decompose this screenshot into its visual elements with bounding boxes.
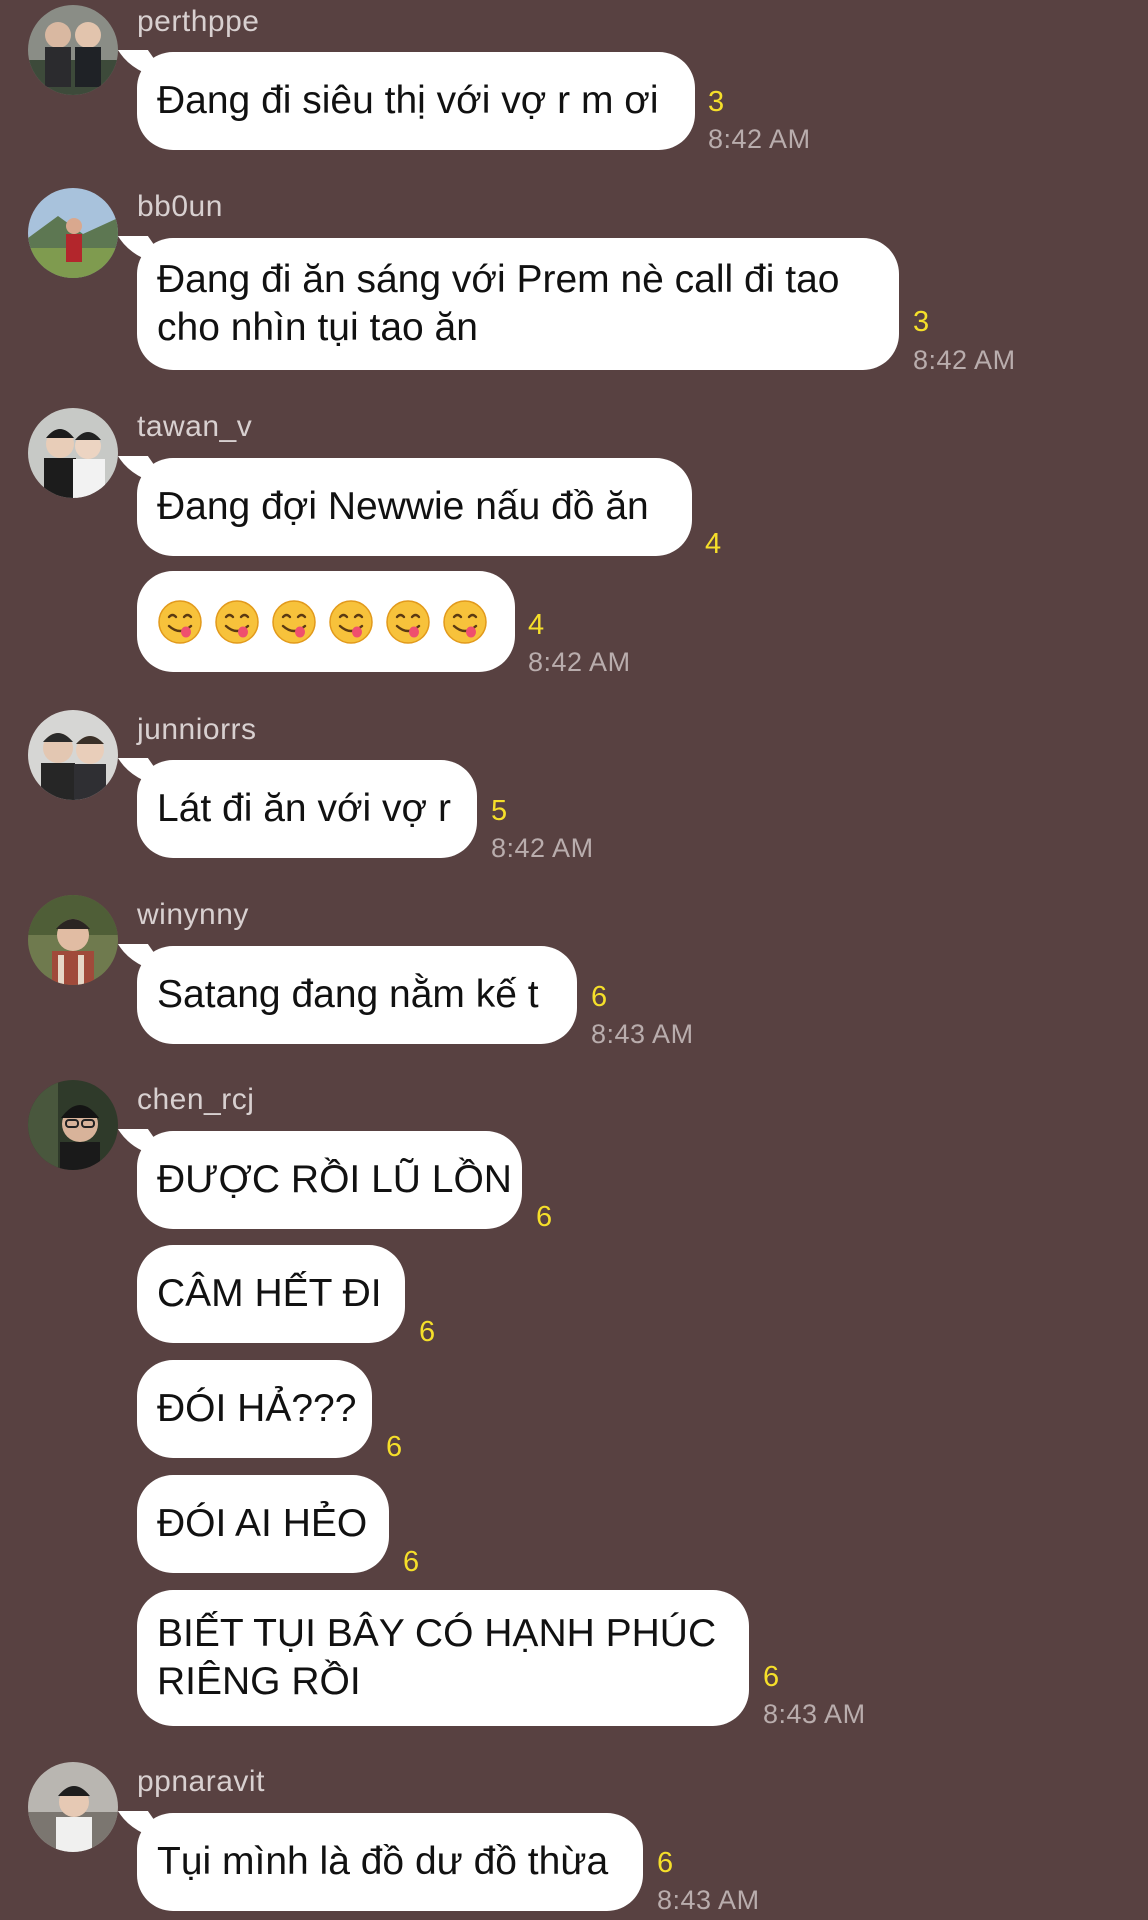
message-text: Đang đợi Newwie nấu đồ ăn (157, 485, 649, 528)
timestamp: 8:43 AM (657, 1885, 760, 1915)
read-count: 6 (536, 1201, 553, 1233)
face-savoring-food-emoji (443, 599, 487, 644)
read-count: 4 (528, 609, 545, 641)
read-count: 5 (491, 795, 508, 827)
message-bubble[interactable]: CÂM HẾT ĐI (137, 1245, 405, 1343)
message-text: Satang đang nằm kế t (157, 973, 539, 1016)
chat-thread[interactable]: perthppe Đang đi siêu thị với vợ r m ơi … (0, 0, 1148, 1920)
message-bubble[interactable]: Lát đi ăn với vợ r (137, 760, 477, 858)
read-count: 6 (403, 1546, 420, 1578)
timestamp: 8:43 AM (763, 1699, 866, 1729)
avatar[interactable] (28, 408, 118, 498)
message-bubble[interactable]: Đang đi siêu thị với vợ r m ơi (137, 52, 695, 150)
message-text: BIẾT TỤI BÂY CÓ HẠNH PHÚC RIÊNG RỒI (157, 1612, 717, 1703)
face-savoring-food-emoji (329, 599, 373, 644)
read-count: 6 (419, 1316, 436, 1348)
sender-name: winynny (137, 898, 249, 931)
timestamp: 8:42 AM (708, 124, 811, 154)
face-savoring-food-emoji (272, 599, 316, 644)
read-count: 6 (763, 1661, 780, 1693)
message-bubble[interactable]: Đang đợi Newwie nấu đồ ăn (137, 458, 692, 556)
timestamp: 8:43 AM (591, 1019, 694, 1049)
message-bubble[interactable]: ĐÓI HẢ??? (137, 1360, 372, 1458)
read-count: 6 (657, 1847, 674, 1879)
sender-name: tawan_v (137, 410, 253, 443)
read-count: 6 (386, 1431, 403, 1463)
read-count: 4 (705, 528, 722, 560)
avatar[interactable] (28, 1080, 118, 1170)
message-bubble[interactable]: Tụi mình là đồ dư đồ thừa (137, 1813, 643, 1911)
read-count: 3 (913, 306, 930, 338)
message-bubble[interactable]: Đang đi ăn sáng với Prem nè call đi tao … (137, 238, 899, 370)
message-text: Đang đi siêu thị với vợ r m ơi (157, 79, 659, 122)
timestamp: 8:42 AM (491, 833, 594, 863)
message-text: Đang đi ăn sáng với Prem nè call đi tao … (157, 258, 840, 349)
avatar[interactable] (28, 895, 118, 985)
emoji-message-bubble[interactable] (137, 571, 515, 672)
emoji-row (157, 571, 495, 672)
message-text: Lát đi ăn với vợ r (157, 787, 451, 830)
face-savoring-food-emoji (215, 599, 259, 644)
message-bubble[interactable]: ĐƯỢC RỒI LŨ LỒN (137, 1131, 522, 1229)
message-text: ĐÓI HẢ??? (157, 1387, 357, 1430)
face-savoring-food-emoji (158, 599, 202, 644)
message-text: CÂM HẾT ĐI (157, 1272, 382, 1315)
message-text: ĐÓI AI HẺO (157, 1502, 368, 1545)
sender-name: ppnaravit (137, 1765, 265, 1798)
timestamp: 8:42 AM (913, 345, 1016, 375)
sender-name: junniorrs (137, 713, 257, 746)
avatar[interactable] (28, 5, 118, 95)
avatar[interactable] (28, 188, 118, 278)
read-count: 6 (591, 981, 608, 1013)
sender-name: bb0un (137, 190, 223, 223)
message-text: Tụi mình là đồ dư đồ thừa (157, 1840, 609, 1883)
avatar[interactable] (28, 1762, 118, 1852)
message-bubble[interactable]: Satang đang nằm kế t (137, 946, 577, 1044)
timestamp: 8:42 AM (528, 647, 631, 677)
message-bubble[interactable]: ĐÓI AI HẺO (137, 1475, 389, 1573)
sender-name: chen_rcj (137, 1083, 255, 1116)
face-savoring-food-emoji (386, 599, 430, 644)
avatar[interactable] (28, 710, 118, 800)
message-text: ĐƯỢC RỒI LŨ LỒN (157, 1158, 512, 1201)
sender-name: perthppe (137, 5, 260, 38)
message-bubble[interactable]: BIẾT TỤI BÂY CÓ HẠNH PHÚC RIÊNG RỒI (137, 1590, 749, 1726)
read-count: 3 (708, 86, 725, 118)
